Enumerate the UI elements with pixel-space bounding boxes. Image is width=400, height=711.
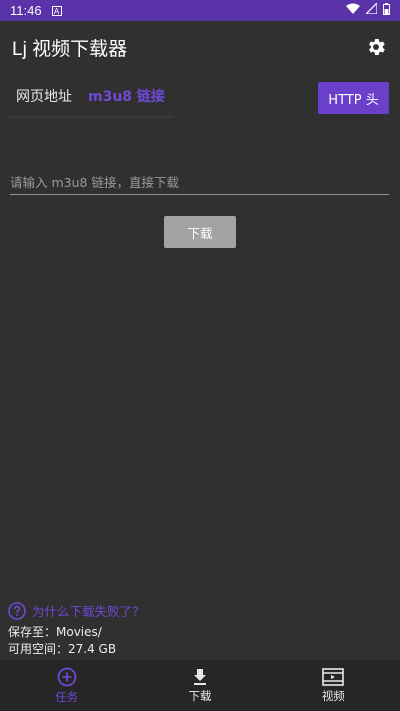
- nav-label-videos: 视频: [321, 688, 345, 703]
- url-input-container: [10, 172, 389, 195]
- nav-label-tasks: 任务: [55, 689, 79, 704]
- tab-webpage-url[interactable]: 网页地址: [8, 80, 80, 116]
- download-icon: [193, 668, 206, 685]
- nav-item-videos[interactable]: 视频: [267, 660, 400, 711]
- nav-item-tasks[interactable]: 任务: [0, 660, 133, 711]
- http-headers-button[interactable]: HTTP 头: [318, 82, 389, 114]
- help-link-text: 为什么下载失败了？: [32, 604, 145, 619]
- bottom-nav: 任务 下载 视频: [0, 660, 400, 711]
- video-icon: [322, 667, 345, 686]
- wifi-icon: [346, 3, 360, 18]
- settings-button[interactable]: [364, 35, 388, 59]
- m3u8-url-input[interactable]: [10, 172, 389, 193]
- download-button[interactable]: 下载: [164, 216, 236, 248]
- tab-m3u8-link[interactable]: m3u8 链接: [80, 80, 173, 116]
- nav-label-downloads: 下载: [188, 688, 212, 703]
- app-bar: Lj 视频下载器: [0, 21, 400, 73]
- add-circle-icon: [57, 667, 77, 686]
- app-title: Lj 视频下载器: [12, 38, 128, 60]
- signal-icon: [364, 1, 378, 18]
- question-circle-icon: [8, 601, 26, 620]
- status-time: 11:46: [10, 3, 42, 18]
- source-tabs: 网页地址 m3u8 链接: [8, 80, 173, 118]
- nav-item-downloads[interactable]: 下载: [133, 660, 266, 711]
- battery-icon: [383, 2, 390, 19]
- free-space-text: 可用空间：27.4 GB: [8, 642, 117, 656]
- help-link[interactable]: 为什么下载失败了？: [8, 601, 145, 620]
- status-bar: 11:46 A: [0, 0, 400, 21]
- status-icons: [346, 1, 390, 19]
- notification-a-icon: A: [51, 5, 62, 16]
- save-path-text: 保存至：Movies/: [8, 625, 102, 639]
- gear-icon: [369, 39, 385, 55]
